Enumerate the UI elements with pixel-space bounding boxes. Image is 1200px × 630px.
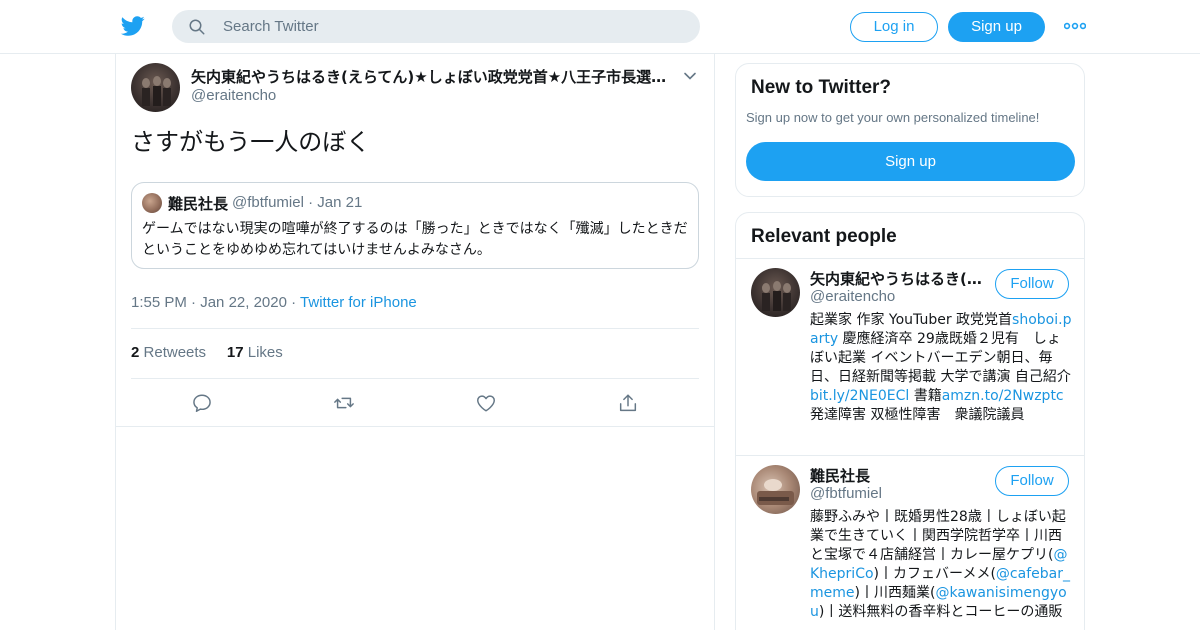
likes-stat[interactable]: 17 Likes (227, 344, 283, 361)
retweets-label: Retweets (143, 344, 207, 361)
tweet-stats: 2 Retweets 17 Likes (131, 344, 283, 361)
like-icon[interactable] (475, 392, 497, 414)
author-name[interactable]: 矢内東紀やうちはるき(えらてん)★しょぼい政党党首★八王子市長選… (191, 66, 671, 87)
tweet-text: さすがもう一人のぼく (131, 128, 371, 156)
divider (131, 328, 699, 329)
bio-text: 藤野ふみや丨既婚男性28歳丨しょぼい起業で生きていく丨関西学院哲学卒丨川西と宝塚… (810, 509, 1066, 563)
retweets-stat[interactable]: 2 Retweets (131, 344, 206, 361)
tweet-column: 矢内東紀やうちはるき(えらてん)★しょぼい政党党首★八王子市長選… @erait… (115, 54, 715, 630)
author-handle[interactable]: @eraitencho (191, 87, 276, 104)
person-bio: 藤野ふみや丨既婚男性28歳丨しょぼい起業で生きていく丨関西学院哲学卒丨川西と宝塚… (810, 508, 1072, 622)
person-item: 難民社長 @fbtfumiel Follow 藤野ふみや丨既婚男性28歳丨しょぼ… (736, 455, 1084, 630)
person-avatar[interactable] (751, 268, 800, 317)
top-bar: Search Twitter Log in Sign up (0, 0, 1200, 54)
person-handle[interactable]: @fbtfumiel (810, 485, 882, 502)
bio-link[interactable]: bit.ly/2NE0ECl (810, 388, 909, 404)
likes-label: Likes (247, 344, 283, 361)
tweet-actions (116, 379, 714, 427)
person-name[interactable]: 難民社長 (810, 465, 988, 486)
person-item: 矢内東紀やうちはるき(… @eraitencho Follow 起業家 作家 Y… (736, 258, 1084, 455)
new-to-twitter-title: New to Twitter? (751, 77, 892, 98)
bio-text: 発達障害 双極性障害 衆議院議員 (810, 407, 1025, 423)
bio-text: )丨川西麺業( (854, 585, 936, 601)
search-bar[interactable]: Search Twitter (172, 10, 700, 43)
bio-text: )丨送料無料の香辛料とコーヒーの通販 (818, 604, 1063, 620)
retweet-icon[interactable] (333, 392, 355, 414)
author-avatar[interactable] (131, 63, 180, 112)
relevant-people-title: Relevant people (751, 226, 897, 247)
relevant-people-card: Relevant people 矢内東紀やうちはるき(… @eraitencho… (735, 212, 1085, 630)
likes-count: 17 (226, 344, 244, 361)
bio-text: 慶應経済卒 29歳既婚２児有 しょぼい起業 イベントバーエデン朝日、毎日、日経新… (810, 331, 1071, 385)
person-bio: 起業家 作家 YouTuber 政党党首shoboi.party 慶應経済卒 2… (810, 311, 1072, 425)
reply-icon[interactable] (191, 392, 213, 414)
tweet-timestamp: 1:55 PM · Jan 22, 2020 · Twitter for iPh… (131, 294, 417, 311)
bio-text: )丨カフェバーメメ( (873, 566, 996, 582)
search-input[interactable]: Search Twitter (223, 18, 319, 35)
quoted-avatar[interactable] (142, 193, 162, 213)
bio-text: 起業家 作家 YouTuber 政党党首 (810, 312, 1013, 328)
new-to-twitter-card: New to Twitter? Sign up now to get your … (735, 63, 1085, 197)
tweet-date[interactable]: Jan 22, 2020 (200, 294, 287, 311)
share-icon[interactable] (617, 392, 639, 414)
search-icon (189, 19, 205, 35)
new-to-twitter-subtitle: Sign up now to get your own personalized… (746, 110, 1040, 125)
tweet-time[interactable]: 1:55 PM (131, 294, 187, 311)
follow-button[interactable]: Follow (995, 269, 1069, 299)
quoted-author-handle[interactable]: @fbtfumiel (232, 194, 304, 211)
signup-button[interactable]: Sign up (948, 12, 1045, 42)
twitter-bird-icon[interactable] (120, 14, 146, 38)
more-dots-icon[interactable] (1064, 18, 1086, 34)
bio-link[interactable]: amzn.to/2Nwzptc (942, 388, 1064, 404)
sidebar-signup-button[interactable]: Sign up (746, 142, 1075, 181)
quoted-author-name[interactable]: 難民社長 (168, 193, 228, 214)
follow-button[interactable]: Follow (995, 466, 1069, 496)
quoted-author-meta: @fbtfumiel · Jan 21 (232, 194, 363, 211)
quoted-date: Jan 21 (317, 194, 363, 211)
person-handle[interactable]: @eraitencho (810, 288, 895, 305)
person-name[interactable]: 矢内東紀やうちはるき(… (810, 268, 988, 289)
retweets-count: 2 (131, 344, 140, 361)
tweet-source[interactable]: Twitter for iPhone (300, 294, 417, 311)
login-button[interactable]: Log in (850, 12, 938, 42)
quoted-text: ゲームではない現実の喧嘩が終了するのは「勝った」ときではなく「殲滅」したときだと… (142, 221, 688, 258)
bio-text: 書籍 (909, 388, 942, 404)
person-avatar[interactable] (751, 465, 800, 514)
quoted-tweet[interactable]: 難民社長 @fbtfumiel · Jan 21 ゲームではない現実の喧嘩が終了… (131, 182, 699, 269)
chevron-down-icon[interactable] (682, 68, 698, 84)
